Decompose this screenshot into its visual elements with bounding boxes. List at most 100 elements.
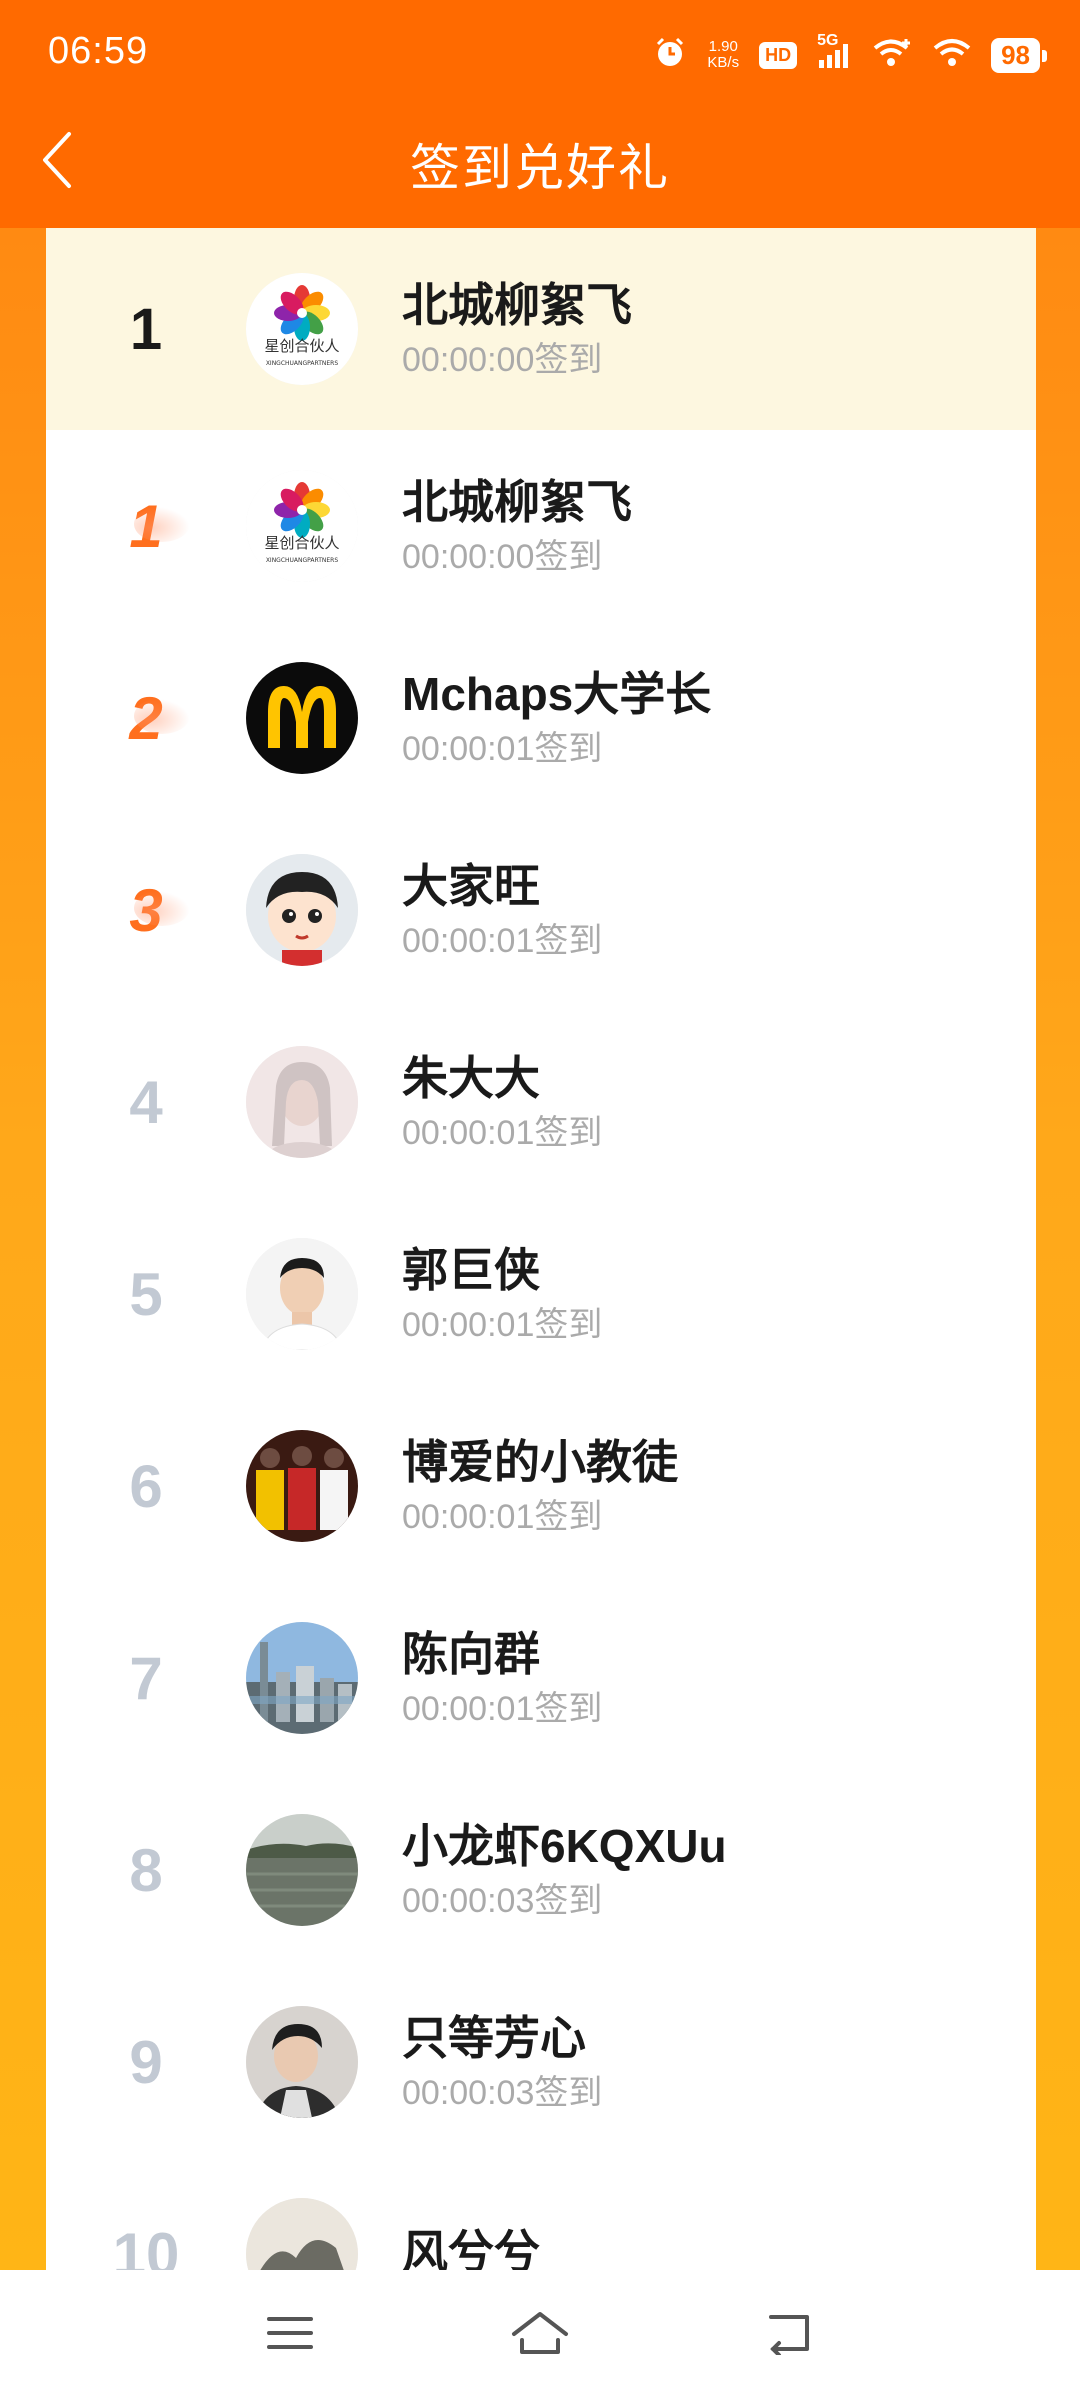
page-title: 签到兑好礼 (410, 140, 670, 196)
rank-number: 4 (129, 1068, 163, 1136)
checkin-time: 00:00:01签到 (402, 1690, 603, 1728)
avatar[interactable] (246, 2006, 358, 2118)
list-item[interactable]: 9 只等芳心 00:00:03签到 (46, 1966, 1036, 2158)
rank-number: 1 (46, 492, 246, 561)
svg-text:星创合伙人: 星创合伙人 (264, 534, 339, 552)
user-name: 大家旺 (402, 860, 540, 912)
status-icons: 1.90 KB/s HD 5G 98 (653, 30, 1047, 80)
cartoon-face-icon (246, 854, 358, 966)
user-info: 风兮兮 (402, 2223, 540, 2270)
home-icon (510, 2308, 570, 2363)
user-name: 风兮兮 (402, 2226, 540, 2270)
checkin-time: 00:00:01签到 (402, 1114, 603, 1152)
user-info: 博爱的小教徒 00:00:01签到 (402, 1433, 678, 1539)
my-rank-row[interactable]: 1 星创合伙人 XINGCHUANGPARTNERS 北城柳絮飞 00:00:0… (46, 228, 1036, 430)
rank-number: 10 (112, 2220, 180, 2271)
ranking-list[interactable]: 1 星创合伙人 XINGCHUANGPARTNERS 北城柳絮飞 00:00:0… (46, 228, 1036, 2270)
avatar[interactable] (246, 1046, 358, 1158)
menu-icon (265, 2313, 315, 2358)
user-info: 郭巨侠 00:00:01签到 (402, 1241, 602, 1347)
avatar[interactable] (246, 1814, 358, 1926)
checkin-time: 00:00:01签到 (402, 922, 603, 960)
list-item[interactable]: 6 博爱的小教徒 00:00:01签到 (46, 1390, 1036, 1582)
user-info: 只等芳心 00:00:03签到 (402, 2009, 602, 2115)
svg-text:XINGCHUANGPARTNERS: XINGCHUANGPARTNERS (266, 557, 339, 564)
alarm-icon (653, 36, 687, 75)
girl-photo-icon (246, 1046, 358, 1158)
rank-number: 1 (129, 296, 163, 362)
list-item[interactable]: 7 陈向群 00:00:01签到 (46, 1582, 1036, 1774)
selfie-photo-icon (246, 2006, 358, 2118)
checkin-time: 00:00:01签到 (402, 730, 603, 768)
user-name: 只等芳心 (402, 2012, 586, 2064)
flower-logo-icon: 星创合伙人 XINGCHUANGPARTNERS (246, 273, 358, 385)
user-info: 北城柳絮飞 00:00:00签到 (402, 276, 632, 382)
net-speed: 1.90 KB/s (707, 38, 740, 71)
back-icon (765, 2311, 815, 2360)
avatar[interactable]: 星创合伙人 XINGCHUANGPARTNERS (246, 273, 358, 385)
svg-text:星创合伙人: 星创合伙人 (264, 337, 339, 355)
checkin-time: 00:00:01签到 (402, 1498, 603, 1536)
rank-number: 5 (129, 1260, 163, 1328)
flower-logo-icon: 星创合伙人 XINGCHUANGPARTNERS (246, 470, 358, 582)
man-photo-icon (246, 1238, 358, 1350)
checkin-time: 00:00:03签到 (402, 2074, 603, 2112)
home-button[interactable] (500, 2295, 580, 2375)
user-name: 博爱的小教徒 (402, 1436, 678, 1488)
wifi-icon (933, 37, 971, 74)
menu-button[interactable] (250, 2295, 330, 2375)
rank-number: 2 (46, 684, 246, 753)
avatar[interactable]: 星创合伙人 XINGCHUANGPARTNERS (246, 470, 358, 582)
avatar[interactable] (246, 2198, 358, 2270)
hd-icon: HD (759, 41, 798, 69)
list-item[interactable]: 10 风兮兮 (46, 2158, 1036, 2270)
basketball-players-icon (246, 1430, 358, 1542)
header: 签到兑好礼 (0, 110, 1080, 228)
battery-icon: 98 (991, 37, 1047, 73)
user-name: 小龙虾6KQXUu (402, 1820, 727, 1872)
checkin-time: 00:00:01签到 (402, 1306, 603, 1344)
rank-number: 3 (46, 876, 246, 945)
user-name: Mchaps大学长 (402, 668, 712, 720)
avatar[interactable] (246, 662, 358, 774)
list-item[interactable]: 8 小龙虾6KQXUu 00:00:03签到 (46, 1774, 1036, 1966)
status-time: 06:59 (48, 30, 149, 72)
user-name: 陈向群 (402, 1628, 540, 1680)
landscape-painting-icon (246, 2198, 358, 2270)
avatar[interactable] (246, 1430, 358, 1542)
checkin-time: 00:00:00签到 (402, 341, 603, 379)
user-info: 朱大大 00:00:01签到 (402, 1049, 602, 1155)
user-info: 陈向群 00:00:01签到 (402, 1625, 602, 1731)
list-item[interactable]: 3 大家旺 00:00:01签到 (46, 814, 1036, 1006)
system-nav-bar (0, 2270, 1080, 2400)
list-item[interactable]: 5 郭巨侠 00:00:01签到 (46, 1198, 1036, 1390)
user-info: 北城柳絮飞 00:00:00签到 (402, 473, 632, 579)
lake-photo-icon (246, 1814, 358, 1926)
user-info: 大家旺 00:00:01签到 (402, 857, 602, 963)
checkin-time: 00:00:00签到 (402, 538, 603, 576)
list-item[interactable]: 4 朱大大 00:00:01签到 (46, 1006, 1036, 1198)
wifi-plus-icon (873, 37, 913, 74)
checkin-time: 00:00:03签到 (402, 1882, 603, 1920)
status-bar: 06:59 1.90 KB/s HD 5G 98 (0, 0, 1080, 110)
user-name: 北城柳絮飞 (402, 279, 632, 331)
user-name: 北城柳絮飞 (402, 476, 632, 528)
rank-number: 8 (129, 1836, 163, 1904)
avatar[interactable] (246, 1238, 358, 1350)
svg-text:XINGCHUANGPARTNERS: XINGCHUANGPARTNERS (266, 360, 339, 367)
avatar[interactable] (246, 1622, 358, 1734)
signal-icon: 5G (817, 32, 853, 70)
rank-number: 7 (129, 1644, 163, 1712)
avatar[interactable] (246, 854, 358, 966)
list-item[interactable]: 2 Mchaps大学长 00:00:01签到 (46, 622, 1036, 814)
city-skyline-icon (246, 1622, 358, 1734)
rank-number: 6 (129, 1452, 163, 1520)
list-item[interactable]: 1 星创合伙人 XINGCHUANGPARTNERS (46, 430, 1036, 622)
rank-number: 9 (129, 2028, 163, 2096)
user-name: 郭巨侠 (402, 1244, 540, 1296)
mcdonalds-icon (246, 662, 358, 774)
back-nav-button[interactable] (750, 2295, 830, 2375)
user-info: Mchaps大学长 00:00:01签到 (402, 665, 711, 771)
user-name: 朱大大 (402, 1052, 540, 1104)
user-info: 小龙虾6KQXUu 00:00:03签到 (402, 1817, 727, 1923)
